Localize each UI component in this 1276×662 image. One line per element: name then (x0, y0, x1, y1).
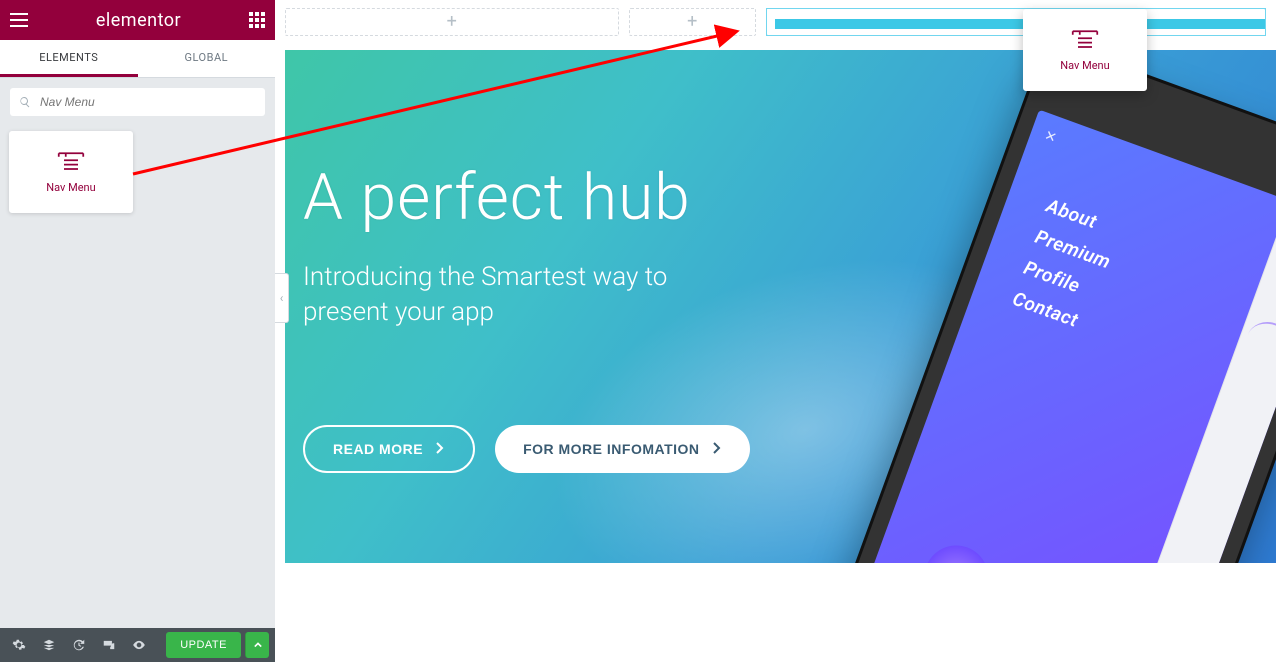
caret-up-icon (254, 641, 262, 649)
chevron-right-icon (712, 441, 722, 457)
chevron-right-icon (435, 441, 445, 457)
read-more-button[interactable]: READ MORE (303, 425, 475, 473)
settings-icon[interactable] (6, 632, 32, 658)
drop-highlight (775, 19, 1265, 29)
widget-nav-menu-dragging[interactable]: Nav Menu (1023, 9, 1147, 91)
button-label: READ MORE (333, 441, 423, 457)
collapse-sidebar-handle[interactable]: ‹ (275, 273, 289, 323)
responsive-icon[interactable] (96, 632, 122, 658)
widget-label: Nav Menu (1060, 59, 1109, 72)
widget-nav-menu[interactable]: Nav Menu (9, 131, 133, 213)
search-input[interactable] (10, 88, 265, 116)
close-icon: ✕ (1042, 128, 1058, 147)
add-column-2[interactable]: + (629, 8, 757, 36)
nav-menu-icon (57, 151, 85, 173)
menu-icon[interactable] (10, 13, 28, 27)
button-label: FOR MORE INFOMATION (523, 441, 699, 457)
preview-icon[interactable] (126, 632, 152, 658)
hero-subtitle: Introducing the Smartest way to present … (303, 260, 723, 330)
drop-target-column[interactable] (766, 8, 1266, 36)
hero-section: A perfect hub Introducing the Smartest w… (285, 50, 1276, 563)
search-wrap (0, 78, 275, 126)
plus-icon: + (687, 13, 697, 31)
more-info-button[interactable]: FOR MORE INFOMATION (495, 425, 749, 473)
hero-title: A perfect hub (303, 160, 691, 235)
history-icon[interactable] (66, 632, 92, 658)
update-button[interactable]: UPDATE (166, 632, 241, 658)
brand-logo: elementor (96, 10, 181, 31)
tab-elements[interactable]: ELEMENTS (0, 40, 138, 77)
sidebar-footer: UPDATE (0, 628, 275, 662)
hero-buttons: READ MORE FOR MORE INFOMATION (303, 425, 750, 473)
update-options-button[interactable] (245, 632, 269, 658)
elementor-sidebar: elementor ELEMENTS GLOBAL Nav Menu (0, 0, 275, 662)
phone-fab (915, 536, 997, 563)
search-icon (19, 96, 31, 108)
add-column-1[interactable]: + (285, 8, 619, 36)
navigator-icon[interactable] (36, 632, 62, 658)
sidebar-header: elementor (0, 0, 275, 40)
widget-label: Nav Menu (46, 181, 95, 194)
plus-icon: + (447, 13, 457, 31)
widgets-grid-icon[interactable] (249, 12, 265, 28)
tab-global[interactable]: GLOBAL (138, 40, 276, 77)
editor-canvas: + + A perfect hub Introducing the Smarte… (275, 0, 1276, 662)
nav-menu-icon (1071, 29, 1099, 51)
sidebar-tabs: ELEMENTS GLOBAL (0, 40, 275, 78)
